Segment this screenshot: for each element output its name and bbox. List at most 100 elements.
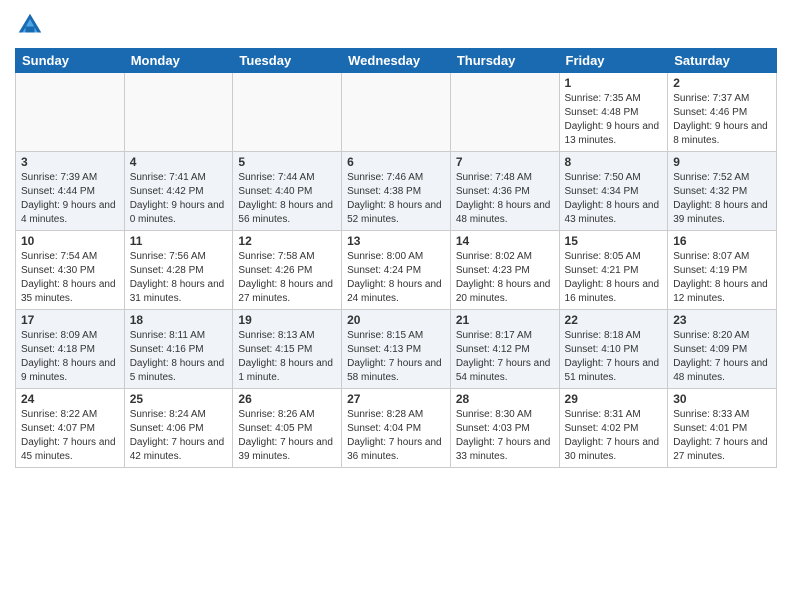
logo-icon: [15, 10, 45, 40]
day-info: Sunrise: 7:48 AMSunset: 4:36 PMDaylight:…: [456, 172, 551, 225]
day-info: Sunrise: 8:15 AMSunset: 4:13 PMDaylight:…: [347, 330, 442, 383]
day-info: Sunrise: 8:00 AMSunset: 4:24 PMDaylight:…: [347, 251, 442, 304]
calendar-week-row: 1 Sunrise: 7:35 AMSunset: 4:48 PMDayligh…: [16, 73, 777, 152]
day-info: Sunrise: 8:02 AMSunset: 4:23 PMDaylight:…: [456, 251, 551, 304]
calendar-day-cell: [233, 73, 342, 152]
calendar-day-cell: 22 Sunrise: 8:18 AMSunset: 4:10 PMDaylig…: [559, 310, 668, 389]
calendar-day-cell: 8 Sunrise: 7:50 AMSunset: 4:34 PMDayligh…: [559, 152, 668, 231]
day-number: 26: [238, 392, 336, 406]
weekday-header: Wednesday: [342, 49, 451, 73]
calendar-day-cell: 9 Sunrise: 7:52 AMSunset: 4:32 PMDayligh…: [668, 152, 777, 231]
day-number: 1: [565, 76, 663, 90]
calendar-day-cell: 4 Sunrise: 7:41 AMSunset: 4:42 PMDayligh…: [124, 152, 233, 231]
day-number: 12: [238, 234, 336, 248]
weekday-header-row: SundayMondayTuesdayWednesdayThursdayFrid…: [16, 49, 777, 73]
calendar-day-cell: 25 Sunrise: 8:24 AMSunset: 4:06 PMDaylig…: [124, 389, 233, 468]
day-info: Sunrise: 7:46 AMSunset: 4:38 PMDaylight:…: [347, 172, 442, 225]
day-number: 14: [456, 234, 554, 248]
day-number: 9: [673, 155, 771, 169]
weekday-header: Saturday: [668, 49, 777, 73]
calendar-day-cell: 14 Sunrise: 8:02 AMSunset: 4:23 PMDaylig…: [450, 231, 559, 310]
day-number: 29: [565, 392, 663, 406]
day-info: Sunrise: 7:41 AMSunset: 4:42 PMDaylight:…: [130, 172, 225, 225]
day-number: 19: [238, 313, 336, 327]
day-info: Sunrise: 7:58 AMSunset: 4:26 PMDaylight:…: [238, 251, 333, 304]
calendar-day-cell: 11 Sunrise: 7:56 AMSunset: 4:28 PMDaylig…: [124, 231, 233, 310]
weekday-header: Tuesday: [233, 49, 342, 73]
day-number: 17: [21, 313, 119, 327]
calendar-day-cell: 6 Sunrise: 7:46 AMSunset: 4:38 PMDayligh…: [342, 152, 451, 231]
day-number: 8: [565, 155, 663, 169]
calendar-day-cell: 12 Sunrise: 7:58 AMSunset: 4:26 PMDaylig…: [233, 231, 342, 310]
day-info: Sunrise: 8:05 AMSunset: 4:21 PMDaylight:…: [565, 251, 660, 304]
day-info: Sunrise: 8:18 AMSunset: 4:10 PMDaylight:…: [565, 330, 660, 383]
calendar-week-row: 3 Sunrise: 7:39 AMSunset: 4:44 PMDayligh…: [16, 152, 777, 231]
day-info: Sunrise: 8:17 AMSunset: 4:12 PMDaylight:…: [456, 330, 551, 383]
day-info: Sunrise: 8:26 AMSunset: 4:05 PMDaylight:…: [238, 409, 333, 462]
day-number: 11: [130, 234, 228, 248]
day-info: Sunrise: 8:22 AMSunset: 4:07 PMDaylight:…: [21, 409, 116, 462]
weekday-header: Sunday: [16, 49, 125, 73]
calendar-day-cell: 23 Sunrise: 8:20 AMSunset: 4:09 PMDaylig…: [668, 310, 777, 389]
day-number: 6: [347, 155, 445, 169]
day-info: Sunrise: 8:24 AMSunset: 4:06 PMDaylight:…: [130, 409, 225, 462]
day-number: 15: [565, 234, 663, 248]
calendar-day-cell: 15 Sunrise: 8:05 AMSunset: 4:21 PMDaylig…: [559, 231, 668, 310]
calendar-day-cell: 3 Sunrise: 7:39 AMSunset: 4:44 PMDayligh…: [16, 152, 125, 231]
day-info: Sunrise: 8:33 AMSunset: 4:01 PMDaylight:…: [673, 409, 768, 462]
day-info: Sunrise: 8:31 AMSunset: 4:02 PMDaylight:…: [565, 409, 660, 462]
calendar-day-cell: 20 Sunrise: 8:15 AMSunset: 4:13 PMDaylig…: [342, 310, 451, 389]
calendar-day-cell: [124, 73, 233, 152]
day-number: 21: [456, 313, 554, 327]
day-info: Sunrise: 8:28 AMSunset: 4:04 PMDaylight:…: [347, 409, 442, 462]
calendar-day-cell: [16, 73, 125, 152]
day-number: 18: [130, 313, 228, 327]
day-info: Sunrise: 7:50 AMSunset: 4:34 PMDaylight:…: [565, 172, 660, 225]
page-container: SundayMondayTuesdayWednesdayThursdayFrid…: [0, 0, 792, 612]
day-info: Sunrise: 7:44 AMSunset: 4:40 PMDaylight:…: [238, 172, 333, 225]
calendar-week-row: 24 Sunrise: 8:22 AMSunset: 4:07 PMDaylig…: [16, 389, 777, 468]
day-info: Sunrise: 7:37 AMSunset: 4:46 PMDaylight:…: [673, 93, 768, 146]
calendar-day-cell: 24 Sunrise: 8:22 AMSunset: 4:07 PMDaylig…: [16, 389, 125, 468]
calendar-day-cell: [342, 73, 451, 152]
day-info: Sunrise: 7:35 AMSunset: 4:48 PMDaylight:…: [565, 93, 660, 146]
calendar-day-cell: 29 Sunrise: 8:31 AMSunset: 4:02 PMDaylig…: [559, 389, 668, 468]
calendar-day-cell: 13 Sunrise: 8:00 AMSunset: 4:24 PMDaylig…: [342, 231, 451, 310]
calendar-day-cell: 10 Sunrise: 7:54 AMSunset: 4:30 PMDaylig…: [16, 231, 125, 310]
day-info: Sunrise: 8:30 AMSunset: 4:03 PMDaylight:…: [456, 409, 551, 462]
calendar-day-cell: 2 Sunrise: 7:37 AMSunset: 4:46 PMDayligh…: [668, 73, 777, 152]
calendar-week-row: 10 Sunrise: 7:54 AMSunset: 4:30 PMDaylig…: [16, 231, 777, 310]
calendar-day-cell: 7 Sunrise: 7:48 AMSunset: 4:36 PMDayligh…: [450, 152, 559, 231]
day-info: Sunrise: 8:07 AMSunset: 4:19 PMDaylight:…: [673, 251, 768, 304]
calendar-day-cell: 18 Sunrise: 8:11 AMSunset: 4:16 PMDaylig…: [124, 310, 233, 389]
day-number: 23: [673, 313, 771, 327]
day-number: 22: [565, 313, 663, 327]
day-info: Sunrise: 8:11 AMSunset: 4:16 PMDaylight:…: [130, 330, 225, 383]
day-number: 16: [673, 234, 771, 248]
header: [15, 10, 777, 40]
day-number: 27: [347, 392, 445, 406]
day-number: 4: [130, 155, 228, 169]
calendar-table: SundayMondayTuesdayWednesdayThursdayFrid…: [15, 48, 777, 468]
calendar-day-cell: 16 Sunrise: 8:07 AMSunset: 4:19 PMDaylig…: [668, 231, 777, 310]
day-info: Sunrise: 8:20 AMSunset: 4:09 PMDaylight:…: [673, 330, 768, 383]
calendar-day-cell: 28 Sunrise: 8:30 AMSunset: 4:03 PMDaylig…: [450, 389, 559, 468]
day-number: 28: [456, 392, 554, 406]
day-info: Sunrise: 7:52 AMSunset: 4:32 PMDaylight:…: [673, 172, 768, 225]
day-info: Sunrise: 8:09 AMSunset: 4:18 PMDaylight:…: [21, 330, 116, 383]
day-number: 2: [673, 76, 771, 90]
day-number: 20: [347, 313, 445, 327]
calendar-day-cell: 21 Sunrise: 8:17 AMSunset: 4:12 PMDaylig…: [450, 310, 559, 389]
day-number: 30: [673, 392, 771, 406]
day-number: 10: [21, 234, 119, 248]
calendar-day-cell: 27 Sunrise: 8:28 AMSunset: 4:04 PMDaylig…: [342, 389, 451, 468]
day-number: 3: [21, 155, 119, 169]
day-number: 24: [21, 392, 119, 406]
day-number: 25: [130, 392, 228, 406]
day-number: 13: [347, 234, 445, 248]
day-info: Sunrise: 7:39 AMSunset: 4:44 PMDaylight:…: [21, 172, 116, 225]
day-info: Sunrise: 7:54 AMSunset: 4:30 PMDaylight:…: [21, 251, 116, 304]
calendar-day-cell: 19 Sunrise: 8:13 AMSunset: 4:15 PMDaylig…: [233, 310, 342, 389]
weekday-header: Monday: [124, 49, 233, 73]
logo: [15, 10, 49, 40]
